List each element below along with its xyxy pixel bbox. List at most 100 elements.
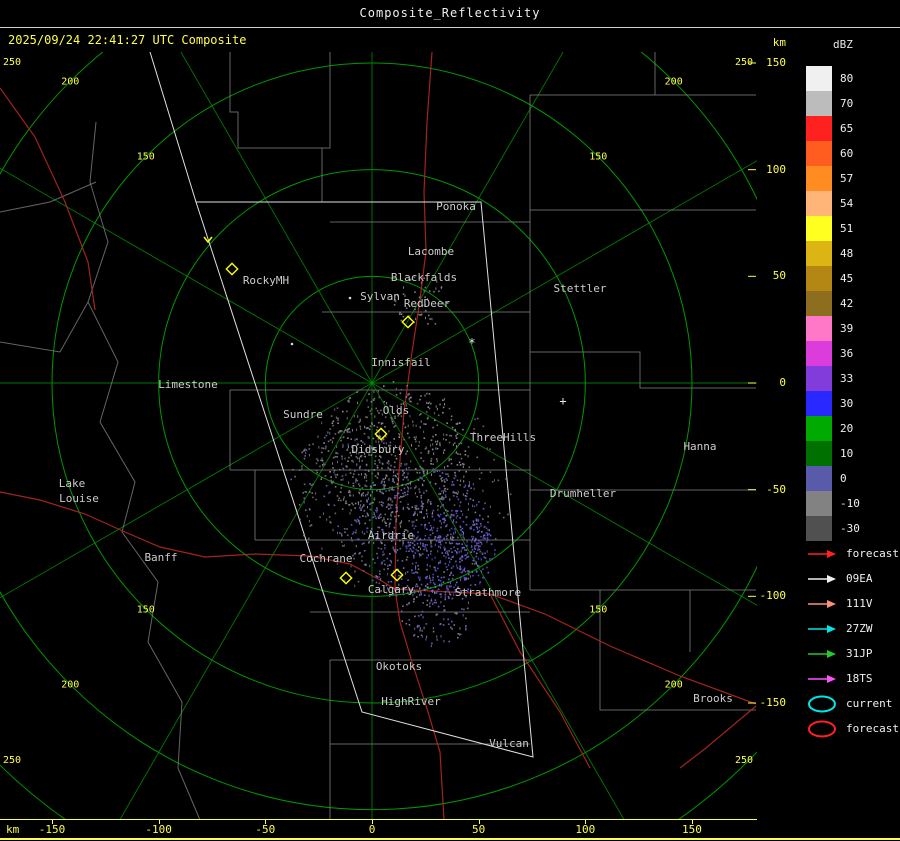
18TS-arrow-icon [808,674,836,683]
range-ring-label: 150 [137,604,155,615]
station-glyph-icon: * [468,336,475,350]
reflectivity-colorbar: 80 70 65 60 57 54 51 48 45 42 39 36 33 30 20 10 0 -10 -30 [806,66,860,541]
colorbar-row: 45 [806,266,860,291]
track-legend-label: current [846,697,893,710]
place-label: Sylvan [360,290,400,303]
range-ring-label: 200 [665,76,683,87]
colorbar-value-label: 51 [840,222,854,235]
colorbar-value-label: 65 [840,122,854,135]
colorbar-value-label: -30 [840,522,860,535]
colorbar-swatch [806,316,832,341]
colorbar-row: 51 [806,216,860,241]
range-ring-label: 250 [3,57,21,68]
range-ring-label: 200 [665,680,683,691]
x-axis-tick [478,820,480,824]
colorbar-row: 20 [806,416,860,441]
range-ring-label: 250 [3,755,21,766]
place-label: Olds [383,404,410,417]
colorbar-unit-label: dBZ [833,38,853,51]
colorbar-row: 33 [806,366,860,391]
y-axis-tick-label: 50 [772,269,786,283]
track-legend-row: 111V [806,591,899,616]
colorbar-swatch [806,141,832,166]
27ZW-arrow-icon [808,624,836,633]
place-label: Brooks [693,692,733,705]
track-legend-label: forecast [846,722,899,735]
colorbar-row: -30 [806,516,860,541]
111V-arrow-icon [808,599,836,608]
place-label: Blackfalds [391,271,457,284]
track-legend-row: forecast [806,716,899,741]
colorbar-value-label: 54 [840,197,854,210]
colorbar-value-label: 10 [840,447,854,460]
place-label: Hanna [683,440,716,453]
range-ring-label: 200 [61,76,79,87]
place-label: Drumheller [550,487,617,500]
place-label: Lake [59,477,86,490]
place-label: Lacombe [408,245,454,258]
x-axis-tick-label: -50 [255,823,276,836]
station-dot-icon [348,296,352,300]
colorbar-value-label: 80 [840,72,854,85]
track-legend-label: 09EA [846,572,873,585]
place-label: Louise [59,492,99,505]
colorbar-value-label: 45 [840,272,854,285]
range-ring-label: 250 [735,755,753,766]
colorbar-swatch [806,466,832,491]
colorbar-value-label: 39 [840,322,854,335]
x-axis-tick-label: 0 [368,823,376,836]
track-legend-row: 31JP [806,641,899,666]
place-label: Airdrie [368,529,414,542]
x-axis-tick [372,820,373,824]
colorbar-row: 70 [806,91,860,116]
range-ring-label: 250 [735,57,753,68]
track-legend-row: 27ZW [806,616,899,641]
place-label: Limestone [158,378,218,391]
place-label: RockyMH [243,274,289,287]
y-axis-unit-label: km [772,36,786,49]
colorbar-swatch [806,291,832,316]
storm-track-legend: forecast 09EA 111V 27ZW 31JP 18TS current forec… [806,541,899,741]
place-label: Didsbury [352,443,405,456]
colorbar-row: 30 [806,391,860,416]
radar-site-diamond-icon [225,262,239,276]
x-axis-tick-label: 150 [682,823,702,836]
x-axis-unit-label: km [6,823,20,836]
track-legend-row: 18TS [806,666,899,691]
radar-site-diamond-icon [339,571,353,585]
place-label: Ponoka [436,200,476,213]
place-label: Innisfail [371,356,431,369]
radar-site-diamond-icon [401,315,415,329]
place-label: ThreeHills [470,431,536,444]
colorbar-row: 0 [806,466,860,491]
station-glyph-icon: + [559,394,566,408]
09EA-arrow-icon [808,574,836,583]
track-legend-row: forecast [806,541,899,566]
track-legend-label: 18TS [846,672,873,685]
colorbar-row: -10 [806,491,860,516]
track-legend-label: 27ZW [846,622,873,635]
track-legend-row: current [806,691,899,716]
y-axis-tick-label: -150 [759,695,787,709]
place-label: Sundre [283,408,323,421]
place-label: Stettler [554,282,607,295]
colorbar-swatch [806,91,832,116]
colorbar-row: 36 [806,341,860,366]
title-bar: Composite_Reflectivity [0,0,900,28]
colorbar-value-label: 30 [840,397,854,410]
colorbar-value-label: 36 [840,347,854,360]
place-label: RedDeer [404,297,451,310]
x-axis-tick-label: -100 [145,823,172,836]
radar-coverage-outline [149,52,534,758]
y-axis-tick-label: 0 [779,376,786,389]
range-ring-label: 150 [589,152,607,163]
track-legend-row: 09EA [806,566,899,591]
place-label: Strathmore [455,586,521,599]
place-label: Cochrane [300,552,353,565]
place-label: Calgary [368,583,415,596]
colorbar-value-label: 48 [840,247,854,260]
colorbar-swatch [806,66,832,91]
track-legend-label: 31JP [846,647,873,660]
y-axis-tick-label: -100 [759,589,787,603]
y-axis-tick-label: -50 [766,482,786,496]
